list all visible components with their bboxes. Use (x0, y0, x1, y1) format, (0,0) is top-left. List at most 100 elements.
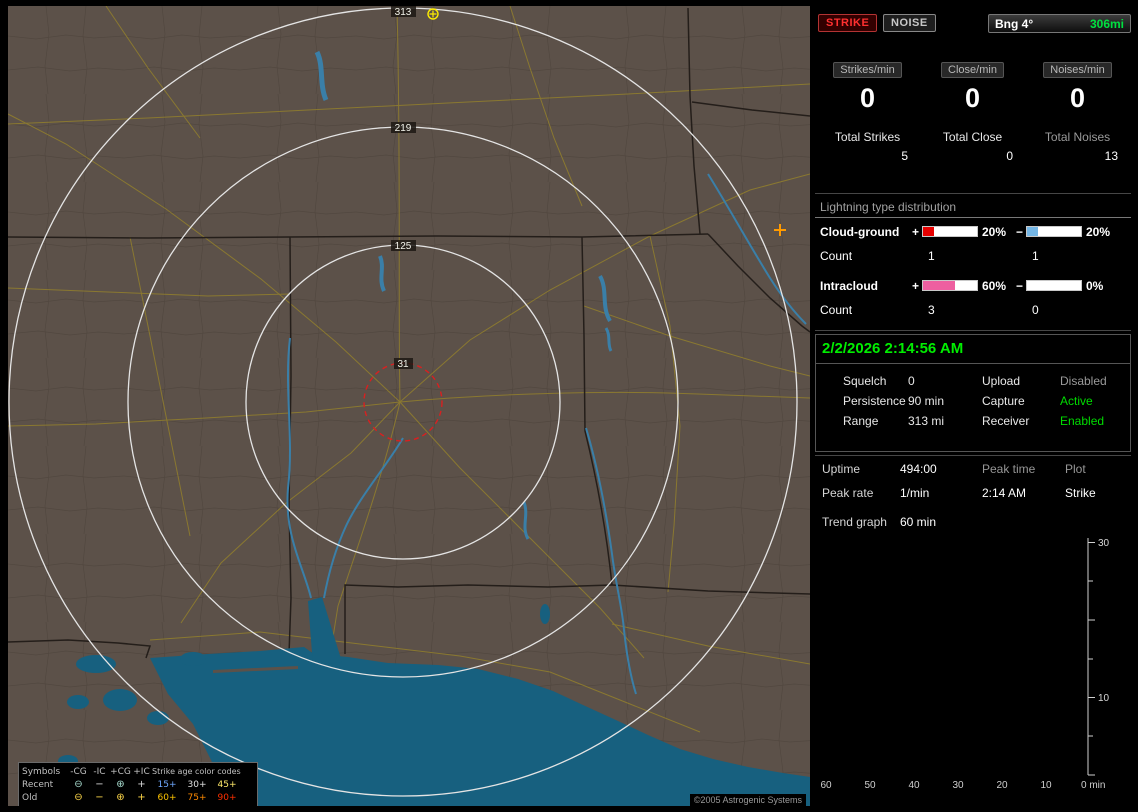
ring-label-313: 313 (395, 7, 412, 18)
total-strikes-label: Total Strikes (834, 130, 901, 144)
neg-cg-symbol-icon: ⊖ (74, 778, 83, 790)
plus-sign: + (912, 225, 920, 239)
trend-graph-label: Trend graph (822, 515, 887, 529)
total-close-value: 0 (1006, 149, 1013, 163)
total-strikes-value: 5 (901, 149, 908, 163)
map-canvas: 313 219 125 31 (8, 6, 810, 806)
cloud-ground-positive-count: 1 (928, 249, 935, 263)
total-close-label: Total Close (942, 130, 1003, 144)
ring-label-125: 125 (395, 241, 412, 252)
plot-label: Plot (1065, 462, 1086, 476)
title-underline (815, 217, 1131, 218)
trend-graph: 30 10 60 50 40 30 20 10 0 min (820, 538, 1110, 791)
bar-fill (923, 227, 934, 236)
y-tick-label-10: 10 (1098, 693, 1110, 704)
legend-col-neg-cg: -CG (70, 766, 87, 777)
section-divider (815, 193, 1131, 194)
capture-label: Capture (982, 394, 1025, 408)
intracloud-row: Intracloud + 60% − 0% (815, 279, 1131, 293)
pos-cg-symbol-icon: ⊕ (116, 778, 125, 790)
plot-value: Strike (1065, 486, 1096, 500)
age-code: 15+ (157, 779, 177, 790)
legend-col-pos-ic: +IC (133, 766, 150, 777)
bearing-distance: 306mi (1089, 16, 1124, 31)
cloud-ground-label: Cloud-ground (820, 225, 900, 239)
intracloud-positive-bar (922, 280, 978, 291)
upload-label: Upload (982, 374, 1021, 388)
close-per-min-column: Close/min 0 (920, 62, 1025, 113)
range-label: Range (843, 414, 879, 428)
bearing-readout: Bng 4° 306mi (988, 14, 1131, 33)
noise-indicator-button[interactable]: NOISE (883, 14, 936, 32)
intracloud-negative-count: 0 (1032, 303, 1039, 317)
receiver-label: Receiver (982, 414, 1030, 428)
peak-time-value: 2:14 AM (982, 486, 1027, 500)
intracloud-positive-count: 3 (928, 303, 935, 317)
total-noises: Total Noises 13 (1025, 130, 1130, 163)
neg-ic-symbol-icon: − (95, 791, 104, 803)
intracloud-negative-bar (1026, 280, 1082, 291)
neg-ic-symbol-icon: − (95, 778, 104, 790)
intracloud-negative-pct: 0% (1086, 279, 1104, 293)
trend-axis-ticks (1088, 542, 1095, 776)
y-tick-label-30: 30 (1098, 538, 1110, 549)
legend-col-pos-cg: +CG (110, 766, 131, 777)
app-window: 313 219 125 31 Symbols -CG -IC +CG +IC S… (0, 0, 1138, 812)
close-per-min-value: 0 (964, 83, 981, 113)
legend-age-header: Strike age color codes (152, 767, 241, 776)
cloud-ground-negative-count: 1 (1032, 249, 1039, 263)
intracloud-count-row: Count 3 0 (815, 303, 1131, 317)
noises-per-min-column: Noises/min 0 (1025, 62, 1130, 113)
x-tick-label-20: 20 (996, 780, 1008, 791)
system-datetime: 2/2/2026 2:14:56 AM (816, 335, 1130, 364)
cloud-ground-negative-pct: 20% (1086, 225, 1111, 239)
capture-value: Active (1060, 394, 1093, 408)
cloud-ground-row: Cloud-ground + 20% − 20% (815, 225, 1131, 239)
section-divider (815, 455, 1131, 456)
pos-ic-symbol-icon: + (137, 791, 146, 803)
neg-cg-symbol-icon: ⊖ (74, 791, 83, 803)
trend-header-row: Uptime 494:00 Peak time Plot (815, 461, 1131, 477)
upload-value: Disabled (1060, 374, 1107, 388)
x-tick-label-50: 50 (864, 780, 876, 791)
peak-time-label: Peak time (982, 462, 1036, 476)
minus-sign: − (1016, 225, 1024, 239)
bearing-value: Bng 4° (995, 16, 1034, 31)
legend-row-recent-label: Recent (22, 779, 54, 790)
distribution-title: Lightning type distribution (820, 200, 957, 214)
persistence-value: 90 min (908, 394, 945, 408)
count-label: Count (820, 249, 853, 263)
section-divider (815, 330, 1131, 331)
total-strikes: Total Strikes 5 (815, 130, 920, 163)
map-panel[interactable]: 313 219 125 31 Symbols -CG -IC +CG +IC S… (8, 6, 810, 806)
status-panel: 2/2/2026 2:14:56 AM Squelch 0 Upload Dis… (815, 334, 1131, 452)
copyright-notice: ©2005 Astrogenic Systems (689, 794, 806, 806)
status-row: Range 313 mi Receiver Enabled (816, 413, 1130, 429)
trend-value-row: Peak rate 1/min 2:14 AM Strike (815, 485, 1131, 501)
squelch-label: Squelch (843, 374, 887, 388)
ring-label-219: 219 (395, 123, 412, 134)
noises-per-min-value: 0 (1069, 83, 1086, 113)
trend-graph-row: Trend graph 60 min (815, 514, 1131, 530)
cloud-ground-negative-bar (1026, 226, 1082, 237)
noises-per-min-label: Noises/min (1043, 62, 1112, 78)
pos-ic-symbol-icon: + (137, 778, 146, 790)
x-tick-label-10: 10 (1040, 780, 1052, 791)
cloud-ground-positive-pct: 20% (982, 225, 1007, 239)
status-row: Persistence 90 min Capture Active (816, 393, 1130, 409)
uptime-value: 494:00 (900, 462, 937, 476)
total-noises-label: Total Noises (1044, 130, 1111, 144)
cloud-ground-positive-bar (922, 226, 978, 237)
strike-marker-positive-cg-icon (427, 8, 439, 20)
bar-fill (923, 281, 956, 290)
uptime-label: Uptime (822, 462, 861, 476)
legend-row-old-label: Old (22, 792, 38, 803)
ring-label-31: 31 (397, 359, 409, 370)
count-label: Count (820, 303, 853, 317)
age-code: 45+ (217, 779, 237, 790)
cloud-ground-count-row: Count 1 1 (815, 249, 1131, 263)
x-tick-label-0min: 0 min (1081, 780, 1105, 791)
strike-indicator-button[interactable]: STRIKE (818, 14, 878, 32)
plus-sign: + (912, 279, 920, 293)
x-tick-label-30: 30 (952, 780, 964, 791)
